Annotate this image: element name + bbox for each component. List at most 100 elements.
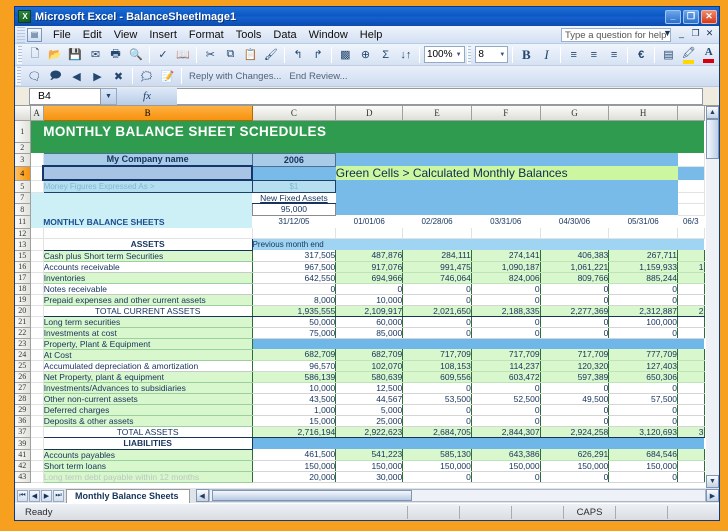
toolbar-grip[interactable] (16, 67, 21, 85)
row-header-20[interactable]: 20 (15, 305, 30, 316)
document-control-icon[interactable]: ▤ (27, 28, 42, 42)
select-all-corner[interactable] (15, 106, 30, 120)
line-item-label[interactable]: At Cost (43, 349, 252, 360)
row-header-22[interactable]: 22 (15, 327, 30, 338)
line-item-value[interactable]: 0 (540, 404, 609, 415)
row-header-24[interactable]: 24 (15, 349, 30, 360)
menu-grip[interactable] (17, 27, 25, 43)
line-item-value[interactable]: 0 (540, 382, 609, 393)
line-item-value[interactable] (678, 294, 704, 305)
line-item-value[interactable]: 461,500 (252, 449, 336, 460)
row-header-1[interactable]: 1 (15, 120, 30, 142)
line-item-value[interactable]: 2,109,917 (336, 305, 403, 316)
cell-e12[interactable] (403, 228, 472, 238)
line-item-value[interactable]: 682,709 (336, 349, 403, 360)
line-item-label[interactable]: Investments/Advances to subsidiaries (43, 382, 252, 393)
line-item-value[interactable]: 717,709 (403, 349, 472, 360)
first-sheet-icon[interactable]: ⏮ (17, 490, 28, 502)
year-cell[interactable]: 2006 (252, 153, 336, 166)
cut-icon[interactable]: ✂ (200, 45, 220, 65)
cell-blue[interactable] (336, 437, 403, 449)
row-spacer[interactable] (30, 349, 43, 360)
line-item-value[interactable]: 1,935,555 (252, 305, 336, 316)
chevron-down-icon[interactable]: ▼ (496, 52, 505, 58)
cell-a1[interactable] (30, 120, 43, 142)
menu-item-insert[interactable]: Insert (143, 28, 183, 42)
cell-h3[interactable] (540, 153, 609, 166)
fill-color-icon[interactable]: 🖍 (678, 45, 698, 65)
column-header-c[interactable]: C (252, 106, 336, 120)
line-item-value[interactable]: 0 (540, 283, 609, 294)
line-item-value[interactable]: 53,500 (403, 393, 472, 404)
active-cell-b4[interactable] (43, 166, 252, 180)
cell-blue[interactable] (471, 437, 540, 449)
row-spacer[interactable] (30, 338, 43, 349)
line-item-value[interactable]: 284,111 (403, 250, 472, 261)
row-header-26[interactable]: 26 (15, 371, 30, 382)
scroll-down-icon[interactable]: ▼ (706, 475, 719, 488)
line-item-value[interactable]: 2,844,307 (471, 426, 540, 437)
cell-c4[interactable] (252, 166, 336, 180)
row-header-12[interactable]: 12 (15, 228, 30, 238)
cell-e7[interactable] (336, 192, 403, 203)
line-item-value[interactable]: 10,000 (336, 294, 403, 305)
line-item-value[interactable]: 586,139 (252, 371, 336, 382)
line-item-value[interactable]: 2 (678, 305, 704, 316)
row-spacer[interactable] (30, 371, 43, 382)
row-header-8[interactable]: 8 (15, 203, 30, 215)
line-item-value[interactable] (678, 415, 704, 426)
row-spacer[interactable] (30, 360, 43, 371)
column-header-d[interactable]: D (336, 106, 403, 120)
cell-c12[interactable] (252, 228, 336, 238)
line-item-value[interactable]: 0 (609, 327, 678, 338)
line-item-label[interactable]: Cash plus Short term Securities (43, 250, 252, 261)
line-item-value[interactable]: 114,237 (471, 360, 540, 371)
bold-button[interactable]: B (516, 45, 536, 65)
line-item-value[interactable]: 317,505 (252, 250, 336, 261)
line-item-value[interactable]: 406,383 (540, 250, 609, 261)
paste-icon[interactable]: 📋 (241, 45, 261, 65)
line-item-value[interactable]: 10,000 (252, 382, 336, 393)
cell-b12[interactable] (43, 228, 252, 238)
line-item-value[interactable]: 150,000 (252, 460, 336, 471)
cell-blue[interactable] (252, 338, 336, 349)
cell-blue[interactable] (540, 437, 609, 449)
cell-f1[interactable] (403, 120, 472, 142)
line-item-value[interactable]: 0 (471, 415, 540, 426)
cell-a7[interactable] (30, 192, 43, 203)
doc-maximize-button[interactable]: ❐ (690, 28, 701, 39)
line-item-value[interactable]: 96,570 (252, 360, 336, 371)
row-header-4[interactable]: 4 (15, 166, 30, 180)
row-spacer[interactable] (30, 449, 43, 460)
menu-item-tools[interactable]: Tools (230, 28, 268, 42)
line-item-value[interactable] (678, 382, 704, 393)
money-figures-label[interactable]: Money Figures Expressed As > (43, 180, 252, 192)
line-item-value[interactable] (678, 250, 704, 261)
line-item-value[interactable]: 717,709 (471, 349, 540, 360)
cell-j7[interactable] (678, 192, 704, 203)
line-item-label[interactable]: Investments at cost (43, 327, 252, 338)
line-item-value[interactable]: 777,709 (609, 349, 678, 360)
row-spacer[interactable] (30, 250, 43, 261)
line-item-value[interactable]: 0 (540, 327, 609, 338)
row-header-42[interactable]: 42 (15, 460, 30, 471)
sort-icon[interactable]: ↓↑ (396, 45, 416, 65)
row-spacer[interactable] (30, 393, 43, 404)
line-item-value[interactable] (678, 327, 704, 338)
scroll-up-icon[interactable]: ▲ (706, 106, 719, 119)
line-item-value[interactable]: 967,500 (252, 261, 336, 272)
line-item-value[interactable]: 0 (609, 404, 678, 415)
menu-item-window[interactable]: Window (303, 28, 354, 42)
toolbar-grip[interactable] (467, 46, 472, 64)
line-item-value[interactable]: 0 (403, 283, 472, 294)
sheet-title[interactable]: MONTHLY BALANCE SHEET SCHEDULES (43, 120, 336, 142)
redo-icon[interactable]: ↱ (308, 45, 328, 65)
new-icon[interactable]: 🗋 (25, 45, 45, 65)
close-button[interactable]: ✕ (701, 10, 717, 24)
cell-blue[interactable] (678, 437, 704, 449)
cell-blue[interactable] (471, 338, 540, 349)
line-item-value[interactable]: 2,684,705 (403, 426, 472, 437)
line-item-value[interactable]: 2,188,335 (471, 305, 540, 316)
line-item-value[interactable]: 102,070 (336, 360, 403, 371)
row-spacer[interactable] (30, 404, 43, 415)
